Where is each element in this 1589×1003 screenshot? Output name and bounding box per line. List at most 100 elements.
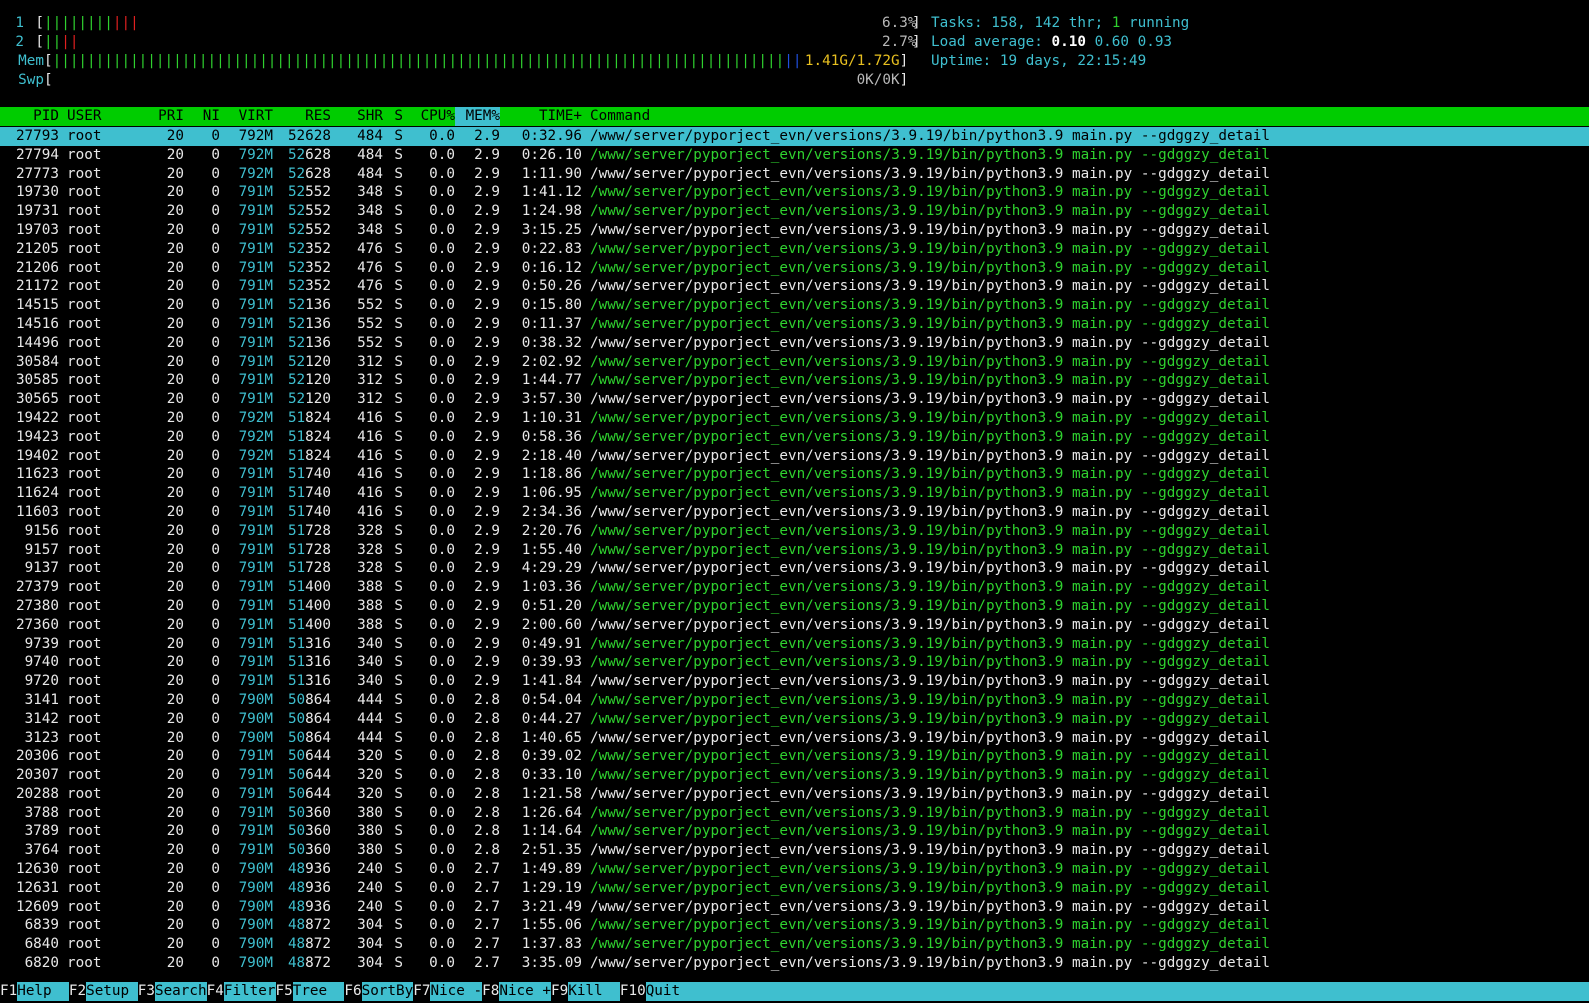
process-row[interactable]: 14516 root 20 0 791M 52136 552 S 0.0 2.9 0:11.37/w… <box>0 315 1589 334</box>
column-res[interactable]: RES <box>273 107 331 126</box>
process-row[interactable]: 27379 root 20 0 791M 51400 388 S 0.0 2.9 1:03.36/w… <box>0 578 1589 597</box>
process-row[interactable]: 20306 root 20 0 791M 50644 320 S 0.0 2.8 0:39.02/w… <box>0 747 1589 766</box>
process-row[interactable]: 19422 root 20 0 792M 51824 416 S 0.0 2.9 1:10.31/w… <box>0 409 1589 428</box>
process-row[interactable]: 9137 root 20 0 791M 51728 328 S 0.0 2.9 4:29.29/ww… <box>0 559 1589 578</box>
process-row[interactable]: 30565 root 20 0 791M 52120 312 S 0.0 2.9 3:57.30/w… <box>0 390 1589 409</box>
fkey-nice[interactable]: F8 Nice + <box>482 982 551 1001</box>
process-command: /www/server/pyporject_evn/versions/3.9.1… <box>590 597 1270 614</box>
process-row[interactable]: 19703 root 20 0 791M 52552 348 S 0.0 2.9 3:15.25/w… <box>0 221 1589 240</box>
fkey-sortby[interactable]: F6 SortBy <box>344 982 414 1001</box>
process-row[interactable]: 19402 root 20 0 792M 51824 416 S 0.0 2.9 2:18.40/w… <box>0 447 1589 466</box>
process-row[interactable]: 20307 root 20 0 791M 50644 320 S 0.0 2.8 0:33.10/w… <box>0 766 1589 785</box>
column-command[interactable]: Command <box>582 107 650 126</box>
fkey-kill[interactable]: F9 Kill <box>551 982 620 1001</box>
process-command: /www/server/pyporject_evn/versions/3.9.1… <box>590 221 1270 238</box>
process-cpu: 0.0 <box>429 729 455 746</box>
process-pid: 30584 <box>15 353 59 370</box>
process-row[interactable]: 3141 root 20 0 790M 50864 444 S 0.0 2.8 0:54.04/ww… <box>0 691 1589 710</box>
process-nice: 0 <box>211 334 220 351</box>
fkey-nice[interactable]: F7 Nice - <box>413 982 483 1001</box>
process-row[interactable]: 9739 root 20 0 791M 51316 340 S 0.0 2.9 0:49.91/ww… <box>0 635 1589 654</box>
process-user: root <box>67 579 102 596</box>
process-pid: 9740 <box>24 654 59 671</box>
fkey-filter[interactable]: F4 Filter <box>206 982 276 1001</box>
process-time: 1:26.64 <box>521 804 582 821</box>
process-row[interactable]: 21205 root 20 0 791M 52352 476 S 0.0 2.9 0:22.83/w… <box>0 240 1589 259</box>
process-row[interactable]: 3764 root 20 0 791M 50360 380 S 0.0 2.8 2:51.35/ww… <box>0 841 1589 860</box>
column-mem-sorted[interactable]: MEM% <box>455 107 500 126</box>
process-state: S <box>394 597 403 614</box>
fkey-setup[interactable]: F2 Setup <box>68 982 138 1001</box>
process-row[interactable]: 14515 root 20 0 791M 52136 552 S 0.0 2.9 0:15.80/w… <box>0 296 1589 315</box>
process-row[interactable]: 27773 root 20 0 792M 52628 484 S 0.0 2.9 1:11.90/w… <box>0 165 1589 184</box>
process-row[interactable]: 11624 root 20 0 791M 51740 416 S 0.0 2.9 1:06.95/w… <box>0 484 1589 503</box>
fkey-help[interactable]: F1 Help <box>0 982 69 1001</box>
process-priority: 20 <box>166 541 184 558</box>
process-row[interactable]: 27793 root 20 0 792M 52628 484 S 0.0 2.9 0:32.96/w… <box>0 127 1589 146</box>
process-time: 3:57.30 <box>521 391 582 408</box>
column-state[interactable]: S <box>383 107 403 126</box>
process-row[interactable]: 3123 root 20 0 790M 50864 444 S 0.0 2.8 1:40.65/ww… <box>0 729 1589 748</box>
process-nice: 0 <box>211 278 220 295</box>
process-state: S <box>394 165 403 182</box>
process-cpu: 0.0 <box>429 391 455 408</box>
process-row[interactable]: 14496 root 20 0 791M 52136 552 S 0.0 2.9 0:38.32/w… <box>0 334 1589 353</box>
process-res: 51400 <box>287 579 331 596</box>
process-row[interactable]: 3789 root 20 0 791M 50360 380 S 0.0 2.8 1:14.64/ww… <box>0 822 1589 841</box>
fkey-tree[interactable]: F5 Tree <box>275 982 345 1001</box>
fkey-quit[interactable]: F10 Quit <box>619 982 681 1001</box>
load1-value: 0.10 <box>1051 34 1086 50</box>
column-time[interactable]: TIME+ <box>500 107 582 126</box>
process-row[interactable]: 27794 root 20 0 792M 52628 484 S 0.0 2.9 0:26.10/w… <box>0 146 1589 165</box>
column-ni[interactable]: NI <box>184 107 220 126</box>
process-res: 48872 <box>287 917 331 934</box>
process-priority: 20 <box>166 353 184 370</box>
process-cpu: 0.0 <box>429 917 455 934</box>
process-command: /www/server/pyporject_evn/versions/3.9.1… <box>590 165 1270 182</box>
column-virt[interactable]: VIRT <box>220 107 273 126</box>
process-user: root <box>67 372 102 389</box>
process-row[interactable]: 9720 root 20 0 791M 51316 340 S 0.0 2.9 1:41.84/ww… <box>0 672 1589 691</box>
column-pri[interactable]: PRI <box>157 107 184 126</box>
column-pid[interactable]: PID <box>0 107 59 126</box>
process-row[interactable]: 11623 root 20 0 791M 51740 416 S 0.0 2.9 1:18.86/w… <box>0 465 1589 484</box>
column-user[interactable]: USER <box>59 107 157 126</box>
process-state: S <box>394 861 403 878</box>
process-state: S <box>394 184 403 201</box>
process-row[interactable]: 3142 root 20 0 790M 50864 444 S 0.0 2.8 0:44.27/ww… <box>0 710 1589 729</box>
process-row[interactable]: 19730 root 20 0 791M 52552 348 S 0.0 2.9 1:41.12/w… <box>0 183 1589 202</box>
process-priority: 20 <box>166 710 184 727</box>
process-row[interactable]: 19423 root 20 0 792M 51824 416 S 0.0 2.9 0:58.36/w… <box>0 428 1589 447</box>
fkey-key: F3 <box>137 982 155 1001</box>
fkey-label: Filter <box>223 982 276 1001</box>
process-row[interactable]: 6840 root 20 0 790M 48872 304 S 0.0 2.7 1:37.83/ww… <box>0 935 1589 954</box>
process-row[interactable]: 9156 root 20 0 791M 51728 328 S 0.0 2.9 2:20.76/ww… <box>0 522 1589 541</box>
column-shr[interactable]: SHR <box>331 107 383 126</box>
process-row[interactable]: 9740 root 20 0 791M 51316 340 S 0.0 2.9 0:39.93/ww… <box>0 653 1589 672</box>
process-row[interactable]: 27380 root 20 0 791M 51400 388 S 0.0 2.9 0:51.20/w… <box>0 597 1589 616</box>
process-row[interactable]: 6839 root 20 0 790M 48872 304 S 0.0 2.7 1:55.06/ww… <box>0 916 1589 935</box>
fkey-search[interactable]: F3 Search <box>137 982 207 1001</box>
process-row[interactable]: 27360 root 20 0 791M 51400 388 S 0.0 2.9 2:00.60/w… <box>0 616 1589 635</box>
process-row[interactable]: 12630 root 20 0 790M 48936 240 S 0.0 2.7 1:49.89/w… <box>0 860 1589 879</box>
column-cpu[interactable]: CPU% <box>403 107 455 126</box>
process-row[interactable]: 3788 root 20 0 791M 50360 380 S 0.0 2.8 1:26.64/ww… <box>0 804 1589 823</box>
process-row[interactable]: 20288 root 20 0 791M 50644 320 S 0.0 2.8 1:21.58/w… <box>0 785 1589 804</box>
process-row[interactable]: 11603 root 20 0 791M 51740 416 S 0.0 2.9 2:34.36/w… <box>0 503 1589 522</box>
process-row[interactable]: 9157 root 20 0 791M 51728 328 S 0.0 2.9 1:55.40/ww… <box>0 541 1589 560</box>
process-row[interactable]: 6820 root 20 0 790M 48872 304 S 0.0 2.7 3:35.09/ww… <box>0 954 1589 973</box>
process-row[interactable]: 30584 root 20 0 791M 52120 312 S 0.0 2.9 2:02.92/w… <box>0 353 1589 372</box>
process-user: root <box>67 936 102 953</box>
process-mem: 2.9 <box>474 673 500 690</box>
process-user: root <box>67 391 102 408</box>
process-row[interactable]: 12631 root 20 0 790M 48936 240 S 0.0 2.7 1:29.19/w… <box>0 879 1589 898</box>
process-row[interactable]: 30585 root 20 0 791M 52120 312 S 0.0 2.9 1:44.77/w… <box>0 371 1589 390</box>
process-shr: 416 <box>357 447 383 464</box>
process-cpu: 0.0 <box>429 861 455 878</box>
process-row[interactable]: 21206 root 20 0 791M 52352 476 S 0.0 2.9 0:16.12/w… <box>0 259 1589 278</box>
process-res: 51824 <box>287 409 331 426</box>
process-row[interactable]: 12609 root 20 0 790M 48936 240 S 0.0 2.7 3:21.49/w… <box>0 898 1589 917</box>
process-row[interactable]: 21172 root 20 0 791M 52352 476 S 0.0 2.9 0:50.26/w… <box>0 277 1589 296</box>
process-user: root <box>67 240 102 257</box>
process-row[interactable]: 19731 root 20 0 791M 52552 348 S 0.0 2.9 1:24.98/w… <box>0 202 1589 221</box>
